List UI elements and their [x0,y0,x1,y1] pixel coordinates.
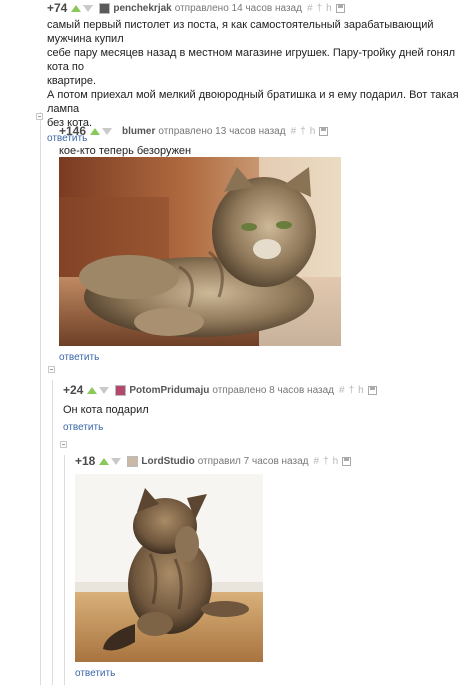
dagger-icon[interactable]: † [300,126,306,137]
thread-line-level-1 [40,112,41,685]
comment-footer: ответить [75,668,115,679]
avatar[interactable] [115,384,127,396]
comment-footer: ответить [59,352,99,363]
upvote-icon[interactable] [71,4,82,12]
comment-rating: +146 [59,124,87,138]
cat-sitting-image [75,474,263,662]
comment-author[interactable]: LordStudio [141,456,194,467]
dagger-icon[interactable]: † [349,385,355,396]
collapse-toggle[interactable] [60,441,67,448]
cat-lying-image [59,157,341,346]
save-icon[interactable] [367,385,377,395]
comment-author[interactable]: penchekrjak [113,3,171,14]
h-icon[interactable]: h [326,3,332,14]
comment-time[interactable]: отправлено 8 часов назад [212,385,334,396]
collapse-toggle[interactable] [36,113,43,120]
hash-icon[interactable]: # [339,385,345,396]
h-icon[interactable]: h [310,126,316,137]
comment-author[interactable]: PotomPridumaju [129,385,209,396]
reply-link[interactable]: ответить [63,422,458,433]
avatar[interactable] [99,2,111,14]
comment-author[interactable]: blumer [122,126,155,137]
hash-icon[interactable]: # [307,3,313,14]
comment: +24 PotomPridumaju отправлено 8 часов на… [63,382,458,433]
save-icon[interactable] [319,126,329,136]
comment: +18 LordStudio отправил 7 часов назад # … [75,453,460,469]
comment-text: Он кота подарил [63,404,149,416]
comment-header: +18 LordStudio отправил 7 часов назад # … [75,453,460,469]
comment-header: +74 penchekrjak отправлено 14 часов наза… [47,0,462,16]
collapse-toggle[interactable] [48,366,55,373]
avatar[interactable] [127,455,139,467]
upvote-icon[interactable] [87,386,98,394]
comment-text: самый первый пистолет из поста, я как са… [47,19,459,129]
h-icon[interactable]: h [358,385,364,396]
comment-rating: +74 [47,1,68,15]
comment-header: +146 blumer отправлено 13 часов назад # … [59,123,459,139]
comment: +146 blumer отправлено 13 часов назад # … [59,123,459,158]
hash-icon[interactable]: # [314,456,320,467]
upvote-icon[interactable] [90,127,101,135]
comment-rating: +18 [75,454,96,468]
upvote-icon[interactable] [99,457,110,465]
dagger-icon[interactable]: † [323,456,329,467]
thread-line-level-2 [52,380,53,685]
save-icon[interactable] [335,3,345,13]
save-icon[interactable] [342,456,352,466]
cat-photo[interactable] [75,474,263,662]
reply-link[interactable]: ответить [75,668,115,679]
downvote-icon[interactable] [102,127,113,135]
thread-line-level-3 [64,455,65,685]
comment-time[interactable]: отправил 7 часов назад [198,456,309,467]
reply-link[interactable]: ответить [59,352,99,363]
hash-icon[interactable]: # [291,126,297,137]
comment-rating: +24 [63,383,84,397]
dagger-icon[interactable]: † [317,3,323,14]
comment-text: кое-кто теперь безоружен [59,145,192,157]
h-icon[interactable]: h [333,456,339,467]
downvote-icon[interactable] [83,4,94,12]
comment-header: +24 PotomPridumaju отправлено 8 часов на… [63,382,458,398]
cat-photo[interactable] [59,157,341,346]
downvote-icon[interactable] [99,386,110,394]
comment-time[interactable]: отправлено 13 часов назад [158,126,285,137]
comment-time[interactable]: отправлено 14 часов назад [175,3,302,14]
downvote-icon[interactable] [111,457,122,465]
